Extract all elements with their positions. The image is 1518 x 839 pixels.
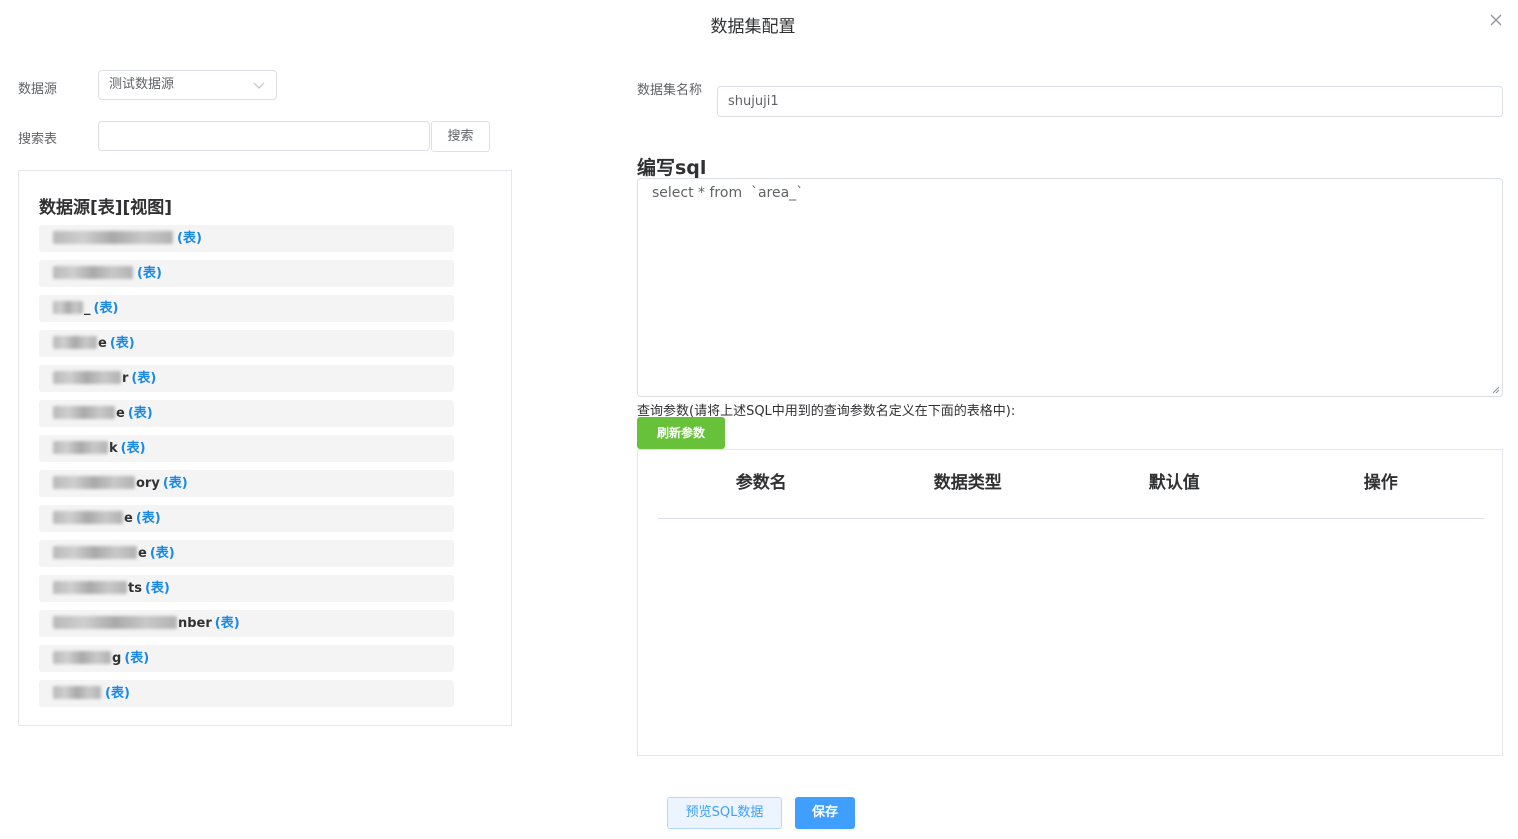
table-type-tag: (表): [144, 581, 170, 596]
save-button[interactable]: 保存: [795, 797, 855, 829]
table-list-item[interactable]: r (表): [39, 365, 454, 392]
refresh-params-button[interactable]: 刷新参数: [637, 417, 725, 449]
sql-editor-text: select * from `area_`: [652, 185, 804, 201]
table-name-suffix: e: [124, 511, 133, 526]
table-name-suffix: k: [109, 441, 118, 456]
table-type-tag: (表): [131, 371, 157, 386]
table-type-tag: (表): [135, 511, 161, 526]
table-type-tag: (表): [109, 336, 135, 351]
redacted-table-name: [53, 546, 137, 559]
column-header-data-type: 数据类型: [933, 473, 1002, 493]
datasource-label: 数据源: [18, 82, 58, 97]
redacted-table-name: [53, 511, 123, 524]
table-type-tag: (表): [149, 546, 175, 561]
table-list-item[interactable]: e (表): [39, 505, 454, 532]
table-list-item[interactable]: ory (表): [39, 470, 454, 497]
table-list-item[interactable]: e (表): [39, 540, 454, 567]
redacted-table-name: [53, 406, 115, 419]
search-table-label: 搜索表: [18, 132, 58, 147]
datasource-select[interactable]: 测试数据源: [98, 70, 277, 100]
param-table-header: 参数名 数据类型 默认值 操作: [658, 450, 1484, 519]
table-type-tag: (表): [124, 651, 150, 666]
table-type-tag: (表): [93, 301, 119, 316]
dataset-name-label: 数据集名称: [637, 83, 703, 98]
table-list-item[interactable]: (表): [39, 260, 454, 287]
redacted-table-name: [53, 301, 83, 314]
table-name-suffix: _: [84, 301, 91, 316]
datasource-select-value: 测试数据源: [109, 77, 175, 92]
table-type-tag: (表): [177, 231, 202, 246]
table-type-tag: (表): [137, 266, 162, 281]
column-header-actions: 操作: [1363, 473, 1398, 493]
close-icon[interactable]: [1488, 12, 1504, 28]
table-list-item[interactable]: nber (表): [39, 610, 454, 637]
table-name-suffix: e: [138, 546, 147, 561]
table-list-panel: 数据源[表][视图] (表) (表) _ (表) e (表) r (表) e (表) k (表) ory…: [18, 170, 512, 726]
param-table: 参数名 数据类型 默认值 操作: [637, 449, 1503, 756]
table-list-item[interactable]: k (表): [39, 435, 454, 462]
column-header-param-name: 参数名: [735, 473, 787, 493]
table-list-item[interactable]: _ (表): [39, 295, 454, 322]
search-table-input[interactable]: [98, 121, 430, 151]
table-list-item[interactable]: (表): [39, 680, 454, 707]
table-type-tag: (表): [127, 406, 153, 421]
table-type-tag: (表): [120, 441, 146, 456]
table-type-tag: (表): [214, 616, 240, 631]
table-type-tag: (表): [162, 476, 188, 491]
resize-handle-icon[interactable]: [1492, 386, 1500, 394]
redacted-table-name: [53, 476, 135, 489]
table-name-suffix: r: [122, 371, 129, 386]
redacted-table-name: [53, 231, 173, 244]
dialog-title: 数据集配置: [710, 17, 796, 37]
table-list: (表) (表) _ (表) e (表) r (表) e (表) k (表) ory (表) e (表) e (表)…: [39, 225, 454, 715]
table-name-suffix: e: [116, 406, 125, 421]
table-list-item[interactable]: g (表): [39, 645, 454, 672]
table-name-suffix: nber: [178, 616, 212, 631]
sql-editor-title: 编写sql: [637, 157, 707, 179]
dataset-name-input[interactable]: shujuji1: [717, 86, 1503, 117]
redacted-table-name: [53, 651, 111, 664]
redacted-table-name: [53, 616, 177, 629]
table-name-suffix: ts: [128, 581, 142, 596]
chevron-down-icon: [253, 82, 265, 89]
table-name-suffix: g: [112, 651, 122, 666]
redacted-table-name: [53, 441, 108, 454]
redacted-table-name: [53, 686, 101, 699]
redacted-table-name: [53, 581, 127, 594]
table-name-suffix: e: [98, 336, 107, 351]
table-list-item[interactable]: e (表): [39, 330, 454, 357]
table-type-tag: (表): [105, 686, 130, 701]
redacted-table-name: [53, 371, 121, 384]
search-button[interactable]: 搜索: [431, 121, 490, 152]
redacted-table-name: [53, 336, 97, 349]
column-header-default-value: 默认值: [1148, 473, 1200, 493]
table-list-title: 数据源[表][视图]: [39, 198, 173, 218]
table-list-item[interactable]: ts (表): [39, 575, 454, 602]
dataset-config-dialog: 数据集配置 数据源 测试数据源 搜索表 搜索 数据源[表][视图] (表) (表)…: [0, 0, 1518, 839]
preview-sql-button[interactable]: 预览SQL数据: [667, 797, 782, 829]
table-name-suffix: ory: [136, 476, 160, 491]
table-list-item[interactable]: (表): [39, 225, 454, 252]
sql-editor[interactable]: select * from `area_`: [637, 178, 1503, 397]
table-list-item[interactable]: e (表): [39, 400, 454, 427]
redacted-table-name: [53, 266, 133, 279]
